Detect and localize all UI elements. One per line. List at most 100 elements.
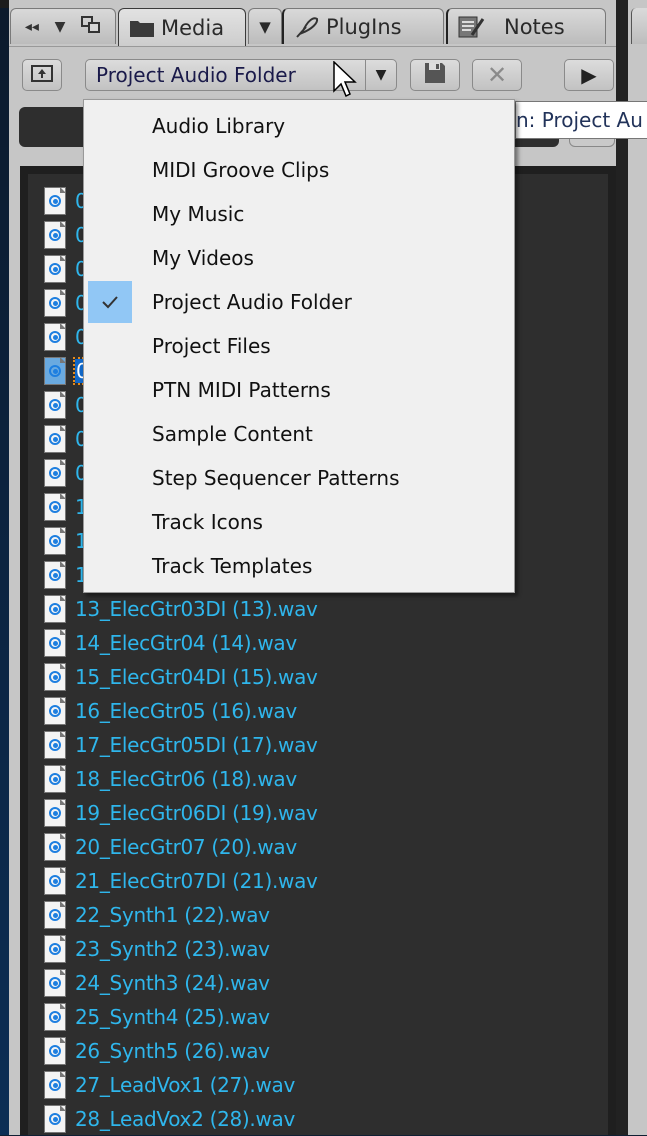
file-list-item[interactable]: 21_ElecGtr07DI (21).wav — [44, 864, 318, 898]
preview-play-button[interactable]: ▶ — [564, 59, 614, 91]
dropdown-item[interactable]: Track Icons — [84, 500, 514, 544]
adjacent-tab[interactable] — [631, 8, 647, 44]
file-list-item[interactable]: 26_Synth5 (26).wav — [44, 1034, 270, 1068]
file-name: 14_ElecGtr04 (14).wav — [75, 631, 297, 655]
close-x-icon: ✕ — [486, 61, 508, 89]
notepad-icon — [458, 15, 486, 39]
dropdown-item[interactable]: Step Sequencer Patterns — [84, 456, 514, 500]
audio-file-icon — [44, 969, 66, 997]
file-list-item[interactable]: 23_Synth2 (23).wav — [44, 932, 270, 966]
dropdown-item[interactable]: Project Audio Folder — [84, 280, 514, 324]
dropdown-item-label: Project Files — [152, 334, 271, 358]
file-list-item[interactable]: 18_ElecGtr06 (18).wav — [44, 762, 297, 796]
panel-divider[interactable] — [616, 0, 628, 1135]
tab-media[interactable]: Media — [118, 8, 246, 46]
file-name: 23_Synth2 (23).wav — [75, 937, 270, 961]
audio-file-icon — [44, 289, 66, 317]
file-list-item[interactable]: 22_Synth1 (22).wav — [44, 898, 270, 932]
dropdown-item[interactable]: Track Templates — [84, 544, 514, 588]
audio-file-icon — [44, 1105, 66, 1133]
check-slot — [88, 413, 132, 455]
file-name: 25_Synth4 (25).wav — [75, 1005, 270, 1029]
save-button[interactable] — [410, 59, 460, 91]
tab-bar: ◂◂ ▼ Media ▼ PlugIns Notes — [9, 8, 616, 46]
dropdown-item[interactable]: My Videos — [84, 236, 514, 280]
audio-file-icon — [44, 221, 66, 249]
check-slot — [88, 457, 132, 499]
tab-plugins[interactable]: PlugIns — [282, 8, 444, 44]
folder-up-icon — [31, 64, 53, 86]
play-icon: ▶ — [581, 63, 597, 87]
audio-file-icon — [44, 323, 66, 351]
tab-notes[interactable]: Notes — [446, 8, 606, 44]
dropdown-item[interactable]: PTN MIDI Patterns — [84, 368, 514, 412]
file-name: 16_ElecGtr05 (16).wav — [75, 699, 297, 723]
tab-plugins-label: PlugIns — [326, 14, 402, 39]
audio-file-icon — [44, 561, 66, 589]
file-list-item[interactable]: 20_ElecGtr07 (20).wav — [44, 830, 297, 864]
dropdown-item-label: PTN MIDI Patterns — [152, 378, 331, 402]
audio-file-icon — [44, 527, 66, 555]
file-name: 17_ElecGtr05DI (17).wav — [75, 733, 318, 757]
tab-media-dropdown[interactable]: ▼ — [248, 8, 282, 44]
check-slot — [88, 105, 132, 147]
file-list-item[interactable]: 17_ElecGtr05DI (17).wav — [44, 728, 318, 762]
file-name: 26_Synth5 (26).wav — [75, 1039, 270, 1063]
audio-file-icon — [44, 187, 66, 215]
dropdown-item-label: My Videos — [152, 246, 254, 270]
file-list-item[interactable]: 24_Synth3 (24).wav — [44, 966, 270, 1000]
dropdown-item[interactable]: Sample Content — [84, 412, 514, 456]
dropdown-item[interactable]: MIDI Groove Clips — [84, 148, 514, 192]
file-list-item[interactable]: 19_ElecGtr06DI (19).wav — [44, 796, 318, 830]
plug-icon — [294, 15, 320, 39]
desktop-edge — [0, 0, 9, 1135]
location-value: Project Audio Folder — [96, 63, 296, 87]
audio-file-icon — [44, 1003, 66, 1031]
file-list-item[interactable]: 28_LeadVox2 (28).wav — [44, 1102, 295, 1136]
dropdown-arrow-icon[interactable]: ▼ — [55, 19, 66, 35]
dropdown-item-label: Track Icons — [152, 510, 263, 534]
file-list-item[interactable]: 14_ElecGtr04 (14).wav — [44, 626, 297, 660]
file-list-item[interactable]: 16_ElecGtr05 (16).wav — [44, 694, 297, 728]
file-name: 28_LeadVox2 (28).wav — [75, 1107, 296, 1131]
check-slot — [88, 193, 132, 235]
check-slot — [88, 369, 132, 411]
mouse-cursor-icon — [333, 60, 357, 103]
file-list-item[interactable]: 27_LeadVox1 (27).wav — [44, 1068, 295, 1102]
folder-icon — [129, 18, 155, 38]
audio-file-icon — [44, 595, 66, 623]
audio-file-icon — [44, 867, 66, 895]
tab-nav-controls: ◂◂ ▼ — [10, 8, 116, 44]
file-name: 24_Synth3 (24).wav — [75, 971, 270, 995]
audio-file-icon — [44, 629, 66, 657]
dropdown-item-label: My Music — [152, 202, 245, 226]
file-list-item[interactable]: 25_Synth4 (25).wav — [44, 1000, 270, 1034]
dropdown-item[interactable]: Project Files — [84, 324, 514, 368]
check-slot — [88, 325, 132, 367]
audio-file-icon — [44, 935, 66, 963]
audio-file-icon — [44, 901, 66, 929]
adjacent-panel-edge — [628, 0, 647, 1135]
check-slot — [88, 237, 132, 279]
dropdown-item[interactable]: Audio Library — [84, 104, 514, 148]
file-name: 18_ElecGtr06 (18).wav — [75, 767, 297, 791]
dropdown-item-label: Sample Content — [152, 422, 313, 446]
audio-file-icon — [44, 425, 66, 453]
window-float-icon[interactable] — [81, 15, 101, 38]
dropdown-arrow-icon[interactable]: ▼ — [365, 60, 396, 90]
dropdown-item[interactable]: My Music — [84, 192, 514, 236]
audio-file-icon — [44, 459, 66, 487]
double-left-arrow-icon[interactable]: ◂◂ — [25, 19, 39, 35]
floppy-disk-icon — [424, 62, 446, 88]
audio-file-icon — [44, 663, 66, 691]
audio-file-icon — [44, 833, 66, 861]
audio-file-icon — [44, 255, 66, 283]
folder-up-button[interactable] — [22, 59, 62, 91]
file-list-item[interactable]: 13_ElecGtr03DI (13).wav — [44, 592, 318, 626]
delete-button[interactable]: ✕ — [472, 59, 522, 91]
audio-file-icon — [44, 357, 66, 385]
file-name: 20_ElecGtr07 (20).wav — [75, 835, 297, 859]
tooltip-text: n: Project Au — [516, 108, 643, 132]
checkmark-icon — [88, 281, 132, 323]
file-list-item[interactable]: 15_ElecGtr04DI (15).wav — [44, 660, 318, 694]
